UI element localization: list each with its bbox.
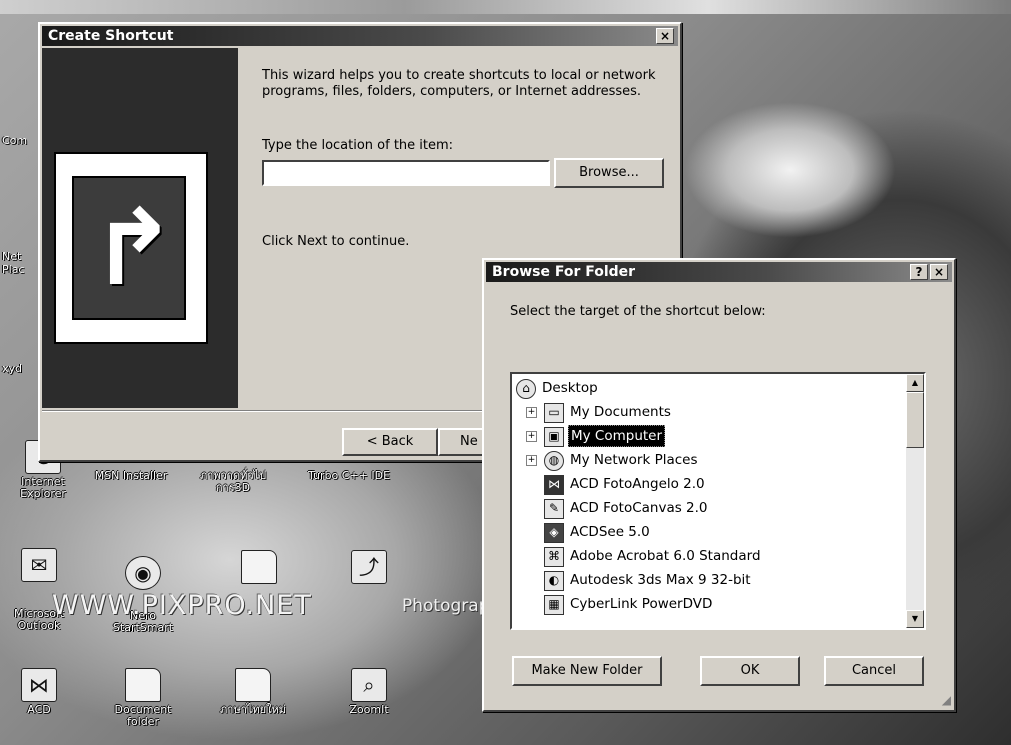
desktop-icon-thai-app[interactable]: ภาพวาดทั่วไป การ3D (194, 470, 272, 494)
tree-item-label-selected: My Computer (568, 425, 666, 447)
tree-item-my-computer[interactable]: + ▣ My Computer (512, 424, 908, 448)
expand-icon[interactable]: + (526, 407, 537, 418)
scroll-down-icon: ▼ (911, 614, 919, 623)
nero-icon: ◉ (125, 556, 161, 590)
desktop-icon-label: Document folder (114, 703, 172, 728)
window-title: Create Shortcut (48, 28, 174, 44)
scroll-up-button[interactable]: ▲ (906, 374, 924, 392)
tree-item-label: My Documents (570, 404, 671, 420)
acd-icon: ⋈ (21, 668, 57, 702)
tree-item-label: Desktop (542, 380, 598, 396)
tree-item-desktop[interactable]: ⌂ Desktop (512, 376, 908, 400)
help-icon: ? (915, 265, 923, 279)
tree-item-label: ACD FotoAngelo 2.0 (570, 476, 705, 492)
browse-button[interactable]: Browse... (554, 158, 664, 188)
outlook-icon: ✉ (21, 548, 57, 582)
documents-folder-icon: ▭ (544, 403, 564, 423)
continue-text: Click Next to continue. (262, 234, 410, 249)
shortcut-icon: ⤴ (351, 550, 387, 584)
folder-tree[interactable]: ⌂ Desktop + ▭ My Documents + ▣ My Comput… (510, 372, 926, 630)
tree-item-acd-fotocanvas[interactable]: ✎ ACD FotoCanvas 2.0 (512, 496, 908, 520)
browse-for-folder-dialog: Browse For Folder ? × Select the target … (482, 258, 956, 712)
desktop-icon-label: Internet Explorer (20, 475, 66, 500)
tree-item-label: Adobe Acrobat 6.0 Standard (570, 548, 761, 564)
tree-item-label: ACD FotoCanvas 2.0 (570, 500, 708, 516)
acd-fotoangelo-icon: ⋈ (544, 475, 564, 495)
scroll-down-button[interactable]: ▼ (906, 610, 924, 628)
tree-item-adobe-acrobat[interactable]: ⌘ Adobe Acrobat 6.0 Standard (512, 544, 908, 568)
tree-item-acdsee[interactable]: ◈ ACDSee 5.0 (512, 520, 908, 544)
desktop-icon-label: Turbo C++ IDE (308, 469, 391, 482)
desktop-icon-thai-folder[interactable]: ภาษาไทยใหม่ (214, 668, 292, 716)
taskbar-strip (0, 0, 1011, 14)
ok-button[interactable]: OK (700, 656, 800, 686)
tree-item-label: Autodesk 3ds Max 9 32-bit (570, 572, 751, 588)
tree-item-acd-fotoangelo[interactable]: ⋈ ACD FotoAngelo 2.0 (512, 472, 908, 496)
location-label: Type the location of the item: (262, 138, 454, 153)
folder-icon (125, 668, 161, 702)
tree-item-my-network-places[interactable]: + ◍ My Network Places (512, 448, 908, 472)
cancel-button[interactable]: Cancel (824, 656, 924, 686)
create-shortcut-titlebar[interactable]: Create Shortcut × (42, 26, 678, 46)
desktop-edge-label: Net Plac (2, 250, 25, 276)
close-button[interactable]: × (930, 264, 948, 280)
folder-icon (235, 668, 271, 702)
close-icon: × (933, 265, 945, 279)
shortcut-arrow-icon: ↱ (90, 187, 178, 309)
adobe-acrobat-icon: ⌘ (544, 547, 564, 567)
desktop-icon: ⌂ (516, 379, 536, 399)
scroll-up-icon: ▲ (911, 378, 919, 387)
desktop-icon-label: MSN Installer (94, 469, 168, 482)
back-button[interactable]: < Back (342, 428, 438, 456)
expand-icon[interactable]: + (526, 431, 537, 442)
tree-item-label: ACDSee 5.0 (570, 524, 650, 540)
desktop-icon-acd[interactable]: ⋈ ACD (0, 668, 78, 716)
cyberlink-powerdvd-icon: ▦ (544, 595, 564, 615)
tree-item-cyberlink-powerdvd[interactable]: ▦ CyberLink PowerDVD (512, 592, 908, 616)
watermark-text: WWW.PIXPRO.NET (52, 590, 312, 621)
close-icon: × (659, 29, 671, 43)
desktop-icon-msn-installer[interactable]: MSN Installer (92, 470, 170, 482)
shortcut-graphic-inner: ↱ (72, 176, 186, 320)
expand-icon[interactable]: + (526, 455, 537, 466)
desktop-icon-folder[interactable] (220, 550, 298, 586)
desktop-edge-label: xyd (2, 362, 23, 375)
tree-scrollbar[interactable]: ▲ ▼ (906, 374, 924, 628)
acdsee-icon: ◈ (544, 523, 564, 543)
computer-icon: ▣ (544, 427, 564, 447)
scroll-thumb[interactable] (906, 392, 924, 448)
autodesk-3dsmax-icon: ◐ (544, 571, 564, 591)
shortcut-graphic: ↱ (54, 152, 208, 344)
location-input[interactable] (262, 160, 550, 186)
acd-fotocanvas-icon: ✎ (544, 499, 564, 519)
tree-item-label: My Network Places (570, 452, 698, 468)
folder-icon (241, 550, 277, 584)
wizard-side-panel: ↱ (42, 48, 238, 408)
tree-item-label: CyberLink PowerDVD (570, 596, 713, 612)
desktop-edge-label: Com (2, 134, 28, 147)
resize-grip-icon[interactable]: ◢ (942, 693, 951, 707)
desktop-icon-zoomit[interactable]: ⌕ ZoomIt (330, 668, 408, 716)
desktop-icon-photography[interactable]: ⤴ (330, 550, 408, 586)
dialog-title: Browse For Folder (492, 264, 636, 280)
desktop-icon-label: ภาพวาดทั่วไป การ3D (199, 469, 267, 494)
desktop-icon-label: ZoomIt (349, 703, 389, 716)
tree-item-autodesk-3dsmax[interactable]: ◐ Autodesk 3ds Max 9 32-bit (512, 568, 908, 592)
wizard-intro-text: This wizard helps you to create shortcut… (262, 68, 656, 99)
desktop-icon-turbo-cpp[interactable]: Turbo C++ IDE (308, 469, 391, 482)
tree-item-my-documents[interactable]: + ▭ My Documents (512, 400, 908, 424)
help-button[interactable]: ? (910, 264, 928, 280)
desktop-icon-label: ภาษาไทยใหม่ (220, 703, 286, 716)
browse-prompt: Select the target of the shortcut below: (510, 304, 766, 319)
network-places-icon: ◍ (544, 451, 564, 471)
zoomit-icon: ⌕ (351, 668, 387, 702)
desktop-icon-label: ACD (27, 703, 51, 716)
make-new-folder-button[interactable]: Make New Folder (512, 656, 662, 686)
browse-folder-titlebar[interactable]: Browse For Folder ? × (486, 262, 952, 282)
desktop-icon-document-folder[interactable]: Document folder (104, 668, 182, 728)
close-button[interactable]: × (656, 28, 674, 44)
